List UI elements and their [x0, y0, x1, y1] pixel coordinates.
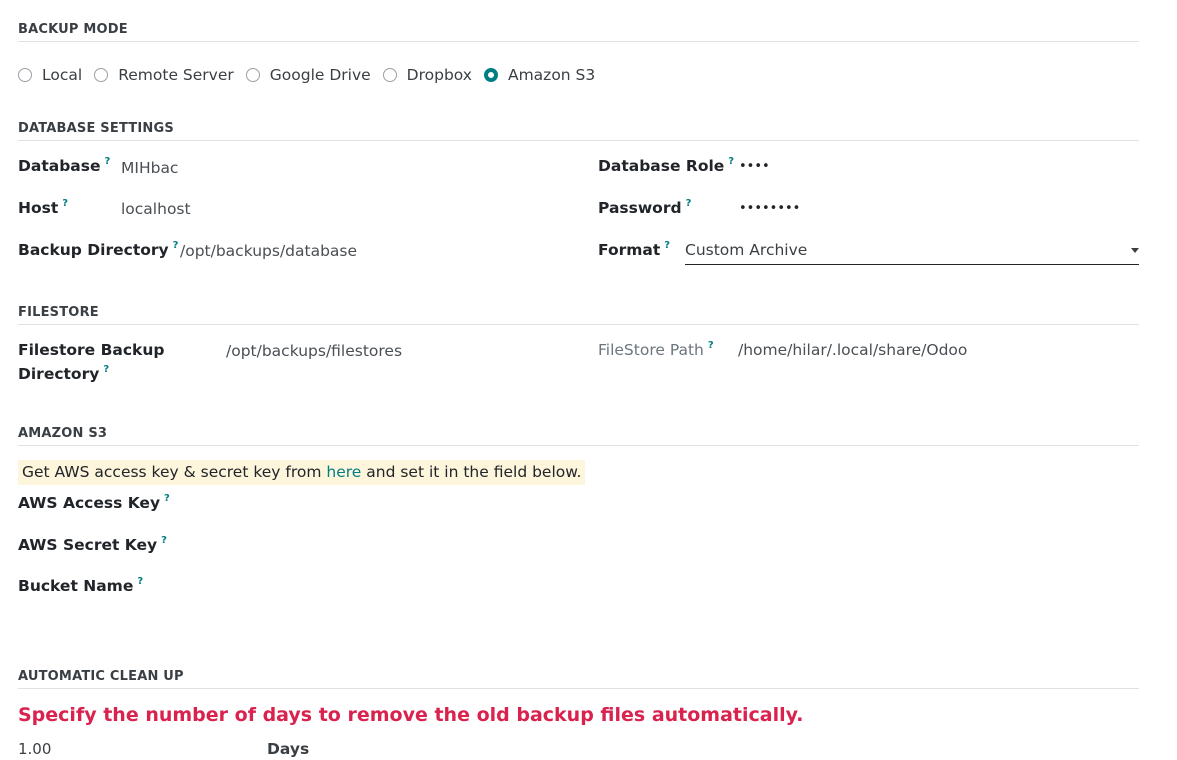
radio-amazon-s3[interactable]: Amazon S3 — [483, 66, 596, 84]
database-settings-title: DATABASE SETTINGS — [18, 121, 174, 136]
format-select[interactable]: Custom Archive — [685, 241, 1139, 265]
radio-google-drive[interactable]: Google Drive — [245, 66, 371, 84]
backup-directory-field[interactable]: /opt/backups/database — [180, 242, 357, 260]
help-tooltip-icon[interactable]: ? — [164, 493, 170, 504]
password-field[interactable]: •••••••• — [739, 201, 800, 216]
amazon-s3-title: AMAZON S3 — [18, 426, 108, 441]
divider — [18, 140, 1139, 141]
backup-mode-radio-group: Local Remote Server Google Drive Dropbox… — [18, 66, 607, 84]
radio-dropbox[interactable]: Dropbox — [382, 66, 472, 84]
cleanup-days-field[interactable]: 1.00 — [18, 740, 51, 758]
help-tooltip-icon[interactable]: ? — [664, 240, 670, 251]
notice-text: Get AWS access key & secret key from — [22, 463, 327, 481]
divider — [18, 688, 1139, 689]
days-label: Days — [267, 740, 310, 758]
divider — [18, 41, 1139, 42]
filestore-path-label: FileStore Path? — [598, 340, 714, 359]
help-tooltip-icon[interactable]: ? — [728, 156, 734, 167]
filestore-title: FILESTORE — [18, 305, 99, 320]
notice-text: and set it in the field below. — [361, 463, 582, 481]
help-tooltip-icon[interactable]: ? — [103, 364, 109, 375]
help-tooltip-icon[interactable]: ? — [161, 535, 167, 546]
backup-mode-title: BACKUP MODE — [18, 22, 128, 37]
aws-secret-key-label: AWS Secret Key? — [18, 535, 167, 554]
divider — [18, 324, 1139, 325]
aws-here-link[interactable]: here — [326, 463, 361, 481]
filestore-backup-directory-label: Filestore Backup — [18, 341, 165, 359]
caret-down-icon[interactable] — [1131, 248, 1139, 253]
bucket-name-label: Bucket Name? — [18, 576, 144, 595]
radio-remote-server[interactable]: Remote Server — [94, 66, 234, 84]
format-label: Format? — [598, 240, 671, 259]
filestore-backup-directory-field[interactable]: /opt/backups/filestores — [226, 342, 402, 360]
filestore-path-value: /home/hilar/.local/share/Odoo — [738, 341, 968, 359]
help-tooltip-icon[interactable]: ? — [708, 340, 714, 351]
radio-label: Local — [42, 66, 83, 84]
radio-label: Google Drive — [269, 66, 371, 84]
database-role-label: Database Role? — [598, 156, 735, 175]
radio-circle-icon[interactable] — [382, 68, 397, 82]
database-field[interactable]: MIHbac — [121, 159, 178, 177]
radio-local[interactable]: Local — [18, 66, 82, 84]
automatic-clean-up-title: AUTOMATIC CLEAN UP — [18, 669, 184, 684]
radio-label: Amazon S3 — [507, 66, 596, 84]
divider — [18, 445, 1139, 446]
radio-circle-icon[interactable] — [94, 68, 109, 82]
radio-label: Dropbox — [406, 66, 472, 84]
help-tooltip-icon[interactable]: ? — [686, 198, 692, 209]
format-selected-value: Custom Archive — [685, 241, 808, 259]
host-label: Host? — [18, 198, 69, 217]
help-tooltip-icon[interactable]: ? — [173, 240, 179, 251]
help-tooltip-icon[interactable]: ? — [105, 156, 111, 167]
radio-label: Remote Server — [118, 66, 234, 84]
database-role-field[interactable]: •••• — [739, 159, 770, 174]
aws-key-notice: Get AWS access key & secret key from her… — [18, 460, 586, 485]
help-tooltip-icon[interactable]: ? — [137, 576, 143, 587]
help-tooltip-icon[interactable]: ? — [62, 198, 68, 209]
backup-directory-label: Backup Directory? — [18, 240, 179, 259]
radio-circle-icon[interactable] — [245, 68, 260, 82]
cleanup-warning: Specify the number of days to remove the… — [18, 704, 804, 726]
password-label: Password? — [598, 198, 692, 217]
radio-selected-icon[interactable] — [483, 68, 498, 82]
aws-access-key-label: AWS Access Key? — [18, 493, 170, 512]
radio-circle-icon[interactable] — [18, 68, 32, 82]
host-field[interactable]: localhost — [121, 200, 191, 218]
database-label: Database? — [18, 156, 111, 175]
filestore-backup-directory-label-line2: Directory? — [18, 364, 110, 383]
